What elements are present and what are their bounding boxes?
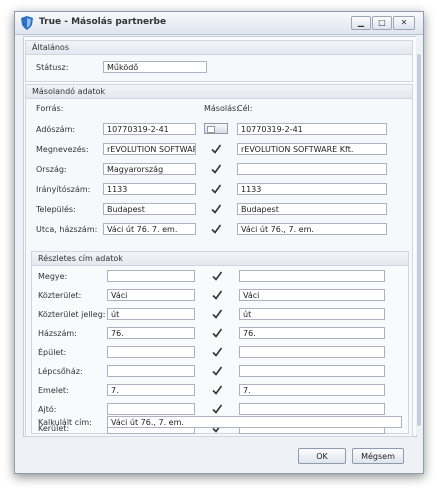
detail-source-field[interactable]: [107, 346, 195, 358]
minimize-button[interactable]: ▁: [351, 16, 371, 30]
detail-target-field[interactable]: Váci: [239, 289, 385, 301]
copy-target-field[interactable]: rEVOLUTION SOFTWARE Kft.: [237, 143, 387, 155]
detail-source-field[interactable]: 76.: [107, 327, 195, 339]
ok-button[interactable]: OK: [298, 448, 346, 464]
detail-target-field[interactable]: [239, 403, 385, 415]
copy-source-field[interactable]: 10770319-2-41: [103, 123, 196, 135]
copy-label: Utca, házszám:: [36, 225, 98, 234]
copy-data-group-title: Másolandó adatok: [32, 87, 106, 96]
copy-source-field[interactable]: 1133: [103, 183, 196, 195]
dialog-window: True - Másolás partnerbe ▁ □ ✕ Általános…: [14, 11, 424, 474]
copy-target-field[interactable]: 1133: [237, 183, 387, 195]
detail-label: Közterület:: [38, 291, 82, 300]
copy-checkbox-checked[interactable]: [210, 143, 222, 155]
copy-source-field[interactable]: Váci út 76. 7. em.: [103, 223, 196, 235]
detail-label: Lépcsőház:: [38, 367, 83, 376]
app-shield-icon: [21, 16, 33, 30]
copy-checkbox-checked[interactable]: [211, 403, 223, 415]
copy-checkbox-checked[interactable]: [211, 270, 223, 282]
copy-checkbox-checked[interactable]: [210, 183, 222, 195]
detail-source-field[interactable]: út: [107, 308, 195, 320]
copy-label: Irányítószám:: [36, 185, 91, 194]
detail-label: Megye:: [38, 272, 68, 281]
detail-group-title: Részletes cím adatok: [38, 254, 123, 263]
detail-target-field[interactable]: 7.: [239, 384, 385, 396]
general-group: Általános Státusz: Működő: [25, 40, 413, 82]
copy-data-group: Másolandó adatok Forrás: Másolás: Cél: A…: [25, 84, 413, 437]
copy-label: Ország:: [36, 165, 67, 174]
form-area: Általános Státusz: Működő Másolandó adat…: [23, 36, 417, 437]
copy-checkbox-checked[interactable]: [211, 346, 223, 358]
copy-target-field[interactable]: 10770319-2-41: [237, 123, 387, 135]
detail-source-field[interactable]: [107, 365, 195, 377]
scrollbar-thumb[interactable]: [417, 54, 421, 426]
copy-target-field[interactable]: [237, 163, 387, 175]
calculated-address-label: Kalkulált cím:: [38, 418, 92, 427]
detail-target-field[interactable]: [239, 365, 385, 377]
detail-label: Ajtó:: [38, 405, 57, 414]
calculated-address-field[interactable]: Váci út 76., 7. em.: [107, 416, 402, 428]
status-label: Státusz:: [36, 63, 69, 72]
detail-label: Közterület jelleg:: [38, 310, 106, 319]
copy-source-field[interactable]: rEVOLUTION SOFTWARE Kft.: [103, 143, 196, 155]
copy-toggle-off[interactable]: [204, 123, 228, 134]
copy-checkbox-checked[interactable]: [211, 308, 223, 320]
detail-source-field[interactable]: 7.: [107, 384, 195, 396]
copy-checkbox-checked[interactable]: [210, 223, 222, 235]
detail-target-field[interactable]: [239, 270, 385, 282]
copy-checkbox-checked[interactable]: [211, 327, 223, 339]
maximize-button[interactable]: □: [372, 16, 392, 30]
detail-target-field[interactable]: [239, 346, 385, 358]
copy-source-field[interactable]: Magyarország: [103, 163, 196, 175]
copy-checkbox-checked[interactable]: [210, 163, 222, 175]
cancel-button[interactable]: Mégsem: [352, 448, 404, 464]
vertical-scrollbar[interactable]: [416, 36, 422, 435]
copy-label: Település:: [36, 205, 76, 214]
copy-checkbox-checked[interactable]: [211, 384, 223, 396]
copy-checkbox-checked[interactable]: [211, 289, 223, 301]
target-heading: Cél:: [237, 104, 253, 113]
detail-label: Házszám:: [38, 329, 77, 338]
detail-label: Épület:: [38, 348, 67, 357]
close-button[interactable]: ✕: [393, 16, 415, 30]
detail-source-field[interactable]: [107, 270, 195, 282]
copy-checkbox-checked[interactable]: [211, 365, 223, 377]
copy-label: Megnevezés:: [36, 145, 89, 154]
detail-label: Emelet:: [38, 386, 69, 395]
status-field[interactable]: Működő: [103, 61, 207, 73]
copy-checkbox-checked[interactable]: [210, 203, 222, 215]
general-group-title: Általános: [32, 43, 69, 52]
copy-label: Adószám:: [36, 125, 76, 134]
detail-target-field[interactable]: út: [239, 308, 385, 320]
title-bar[interactable]: True - Másolás partnerbe ▁ □ ✕: [15, 12, 423, 35]
copy-target-field[interactable]: Váci út 76., 7. em.: [237, 223, 387, 235]
detail-source-field[interactable]: [107, 403, 195, 415]
copy-source-field[interactable]: Budapest: [103, 203, 196, 215]
window-title: True - Másolás partnerbe: [39, 17, 167, 27]
detail-source-field[interactable]: Váci: [107, 289, 195, 301]
copy-heading: Másolás:: [204, 104, 239, 113]
detail-target-field[interactable]: 76.: [239, 327, 385, 339]
copy-target-field[interactable]: Budapest: [237, 203, 387, 215]
source-heading: Forrás:: [36, 104, 64, 113]
detail-address-group: Részletes cím adatok Megye: Közterület: Vá…: [31, 251, 409, 434]
